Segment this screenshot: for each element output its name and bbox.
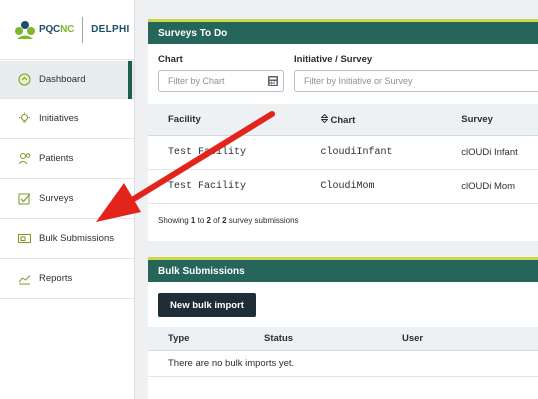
bulk-icon bbox=[17, 232, 31, 246]
logo-mark-icon bbox=[14, 19, 36, 41]
dashboard-icon bbox=[17, 73, 31, 87]
app-root: PQCNC DELPHI Dashboard Initiatives Patie… bbox=[0, 0, 538, 399]
surveys-to-do-panel: Surveys To Do Chart Filter by Chart Init… bbox=[148, 19, 538, 241]
sidebar: PQCNC DELPHI Dashboard Initiatives Patie… bbox=[0, 0, 135, 399]
sidebar-item-dashboard[interactable]: Dashboard bbox=[0, 61, 134, 99]
logo-pqc: PQC bbox=[39, 24, 61, 35]
column-header-chart-label: Chart bbox=[330, 114, 356, 126]
sidebar-item-bulk-submissions[interactable]: Bulk Submissions bbox=[0, 219, 134, 259]
sidebar-item-label: Reports bbox=[39, 273, 73, 284]
cell-chart: CloudiMom bbox=[320, 181, 375, 192]
cell-survey[interactable]: clOUDi Mom bbox=[461, 181, 538, 192]
chart-filter-label: Chart bbox=[158, 54, 183, 65]
survey-filter-label: Initiative / Survey bbox=[294, 54, 373, 65]
survey-filter-group: Initiative / Survey Filter by Initiative… bbox=[294, 54, 538, 92]
logo-divider bbox=[82, 16, 84, 43]
table-row[interactable]: Test Facility CloudiMom clOUDi Mom bbox=[148, 170, 538, 204]
cell-survey[interactable]: clOUDi Infant bbox=[461, 147, 538, 158]
column-header-user[interactable]: User bbox=[402, 333, 502, 344]
sidebar-item-patients[interactable]: Patients bbox=[0, 139, 134, 179]
table-row[interactable]: Test Facility cloudiInfant clOUDi Infant bbox=[148, 136, 538, 170]
survey-filter-input[interactable]: Filter by Initiative or Survey bbox=[294, 70, 538, 92]
showing-suffix: survey submissions bbox=[226, 216, 299, 225]
cell-facility: Test Facility bbox=[168, 147, 247, 158]
sidebar-item-surveys[interactable]: Surveys bbox=[0, 179, 134, 219]
panel-title: Surveys To Do bbox=[148, 22, 538, 44]
table-header-row: Facility Chart Survey bbox=[148, 104, 538, 136]
filters: Chart Filter by Chart Initiative / Surve… bbox=[148, 44, 538, 92]
column-header-survey[interactable]: Survey bbox=[461, 114, 538, 125]
showing-to-word: to bbox=[195, 216, 207, 225]
chart-filter-group: Chart Filter by Chart bbox=[158, 54, 284, 92]
chart-filter-placeholder: Filter by Chart bbox=[168, 76, 225, 86]
bulk-table-header-row: Type Status User bbox=[148, 327, 538, 351]
sidebar-item-label: Dashboard bbox=[39, 74, 86, 85]
users-icon bbox=[17, 152, 31, 166]
sidebar-item-label: Patients bbox=[39, 153, 74, 164]
sidebar-item-reports[interactable]: Reports bbox=[0, 259, 134, 299]
lightbulb-icon bbox=[17, 112, 31, 126]
checkbox-icon bbox=[17, 192, 31, 206]
sort-icon bbox=[319, 113, 329, 126]
pagination-summary: Showing 1 to 2 of 2 survey submissions bbox=[148, 204, 538, 225]
sidebar-item-label: Bulk Submissions bbox=[39, 233, 114, 244]
showing-prefix: Showing bbox=[158, 216, 191, 225]
panel-title: Bulk Submissions bbox=[148, 260, 538, 282]
new-bulk-import-button[interactable]: New bulk import bbox=[158, 293, 256, 317]
sidebar-item-label: Surveys bbox=[39, 193, 74, 204]
surveys-table: Facility Chart Survey Test Facility clou… bbox=[148, 104, 538, 204]
filter-calculator-icon[interactable] bbox=[267, 75, 279, 87]
cell-facility: Test Facility bbox=[168, 181, 247, 192]
chart-filter-input[interactable]: Filter by Chart bbox=[158, 70, 284, 92]
sidebar-item-initiatives[interactable]: Initiatives bbox=[0, 99, 134, 139]
logo[interactable]: PQCNC DELPHI bbox=[0, 0, 134, 60]
column-header-type[interactable]: Type bbox=[148, 333, 264, 344]
survey-filter-placeholder: Filter by Initiative or Survey bbox=[304, 76, 413, 86]
logo-pqcnc: PQCNC bbox=[39, 24, 74, 35]
chart-line-icon bbox=[17, 272, 31, 286]
bulk-submissions-panel: Bulk Submissions New bulk import Type St… bbox=[148, 257, 538, 399]
column-header-chart[interactable]: Chart bbox=[315, 113, 462, 126]
logo-delphi: DELPHI bbox=[91, 24, 130, 35]
sidebar-item-label: Initiatives bbox=[39, 113, 79, 124]
cell-chart: cloudiInfant bbox=[320, 147, 393, 158]
showing-of-word: of bbox=[210, 216, 223, 225]
logo-nc: NC bbox=[60, 24, 75, 35]
column-header-facility[interactable]: Facility bbox=[148, 114, 315, 125]
column-header-status[interactable]: Status bbox=[264, 333, 402, 344]
empty-state-message: There are no bulk imports yet. bbox=[148, 351, 538, 377]
